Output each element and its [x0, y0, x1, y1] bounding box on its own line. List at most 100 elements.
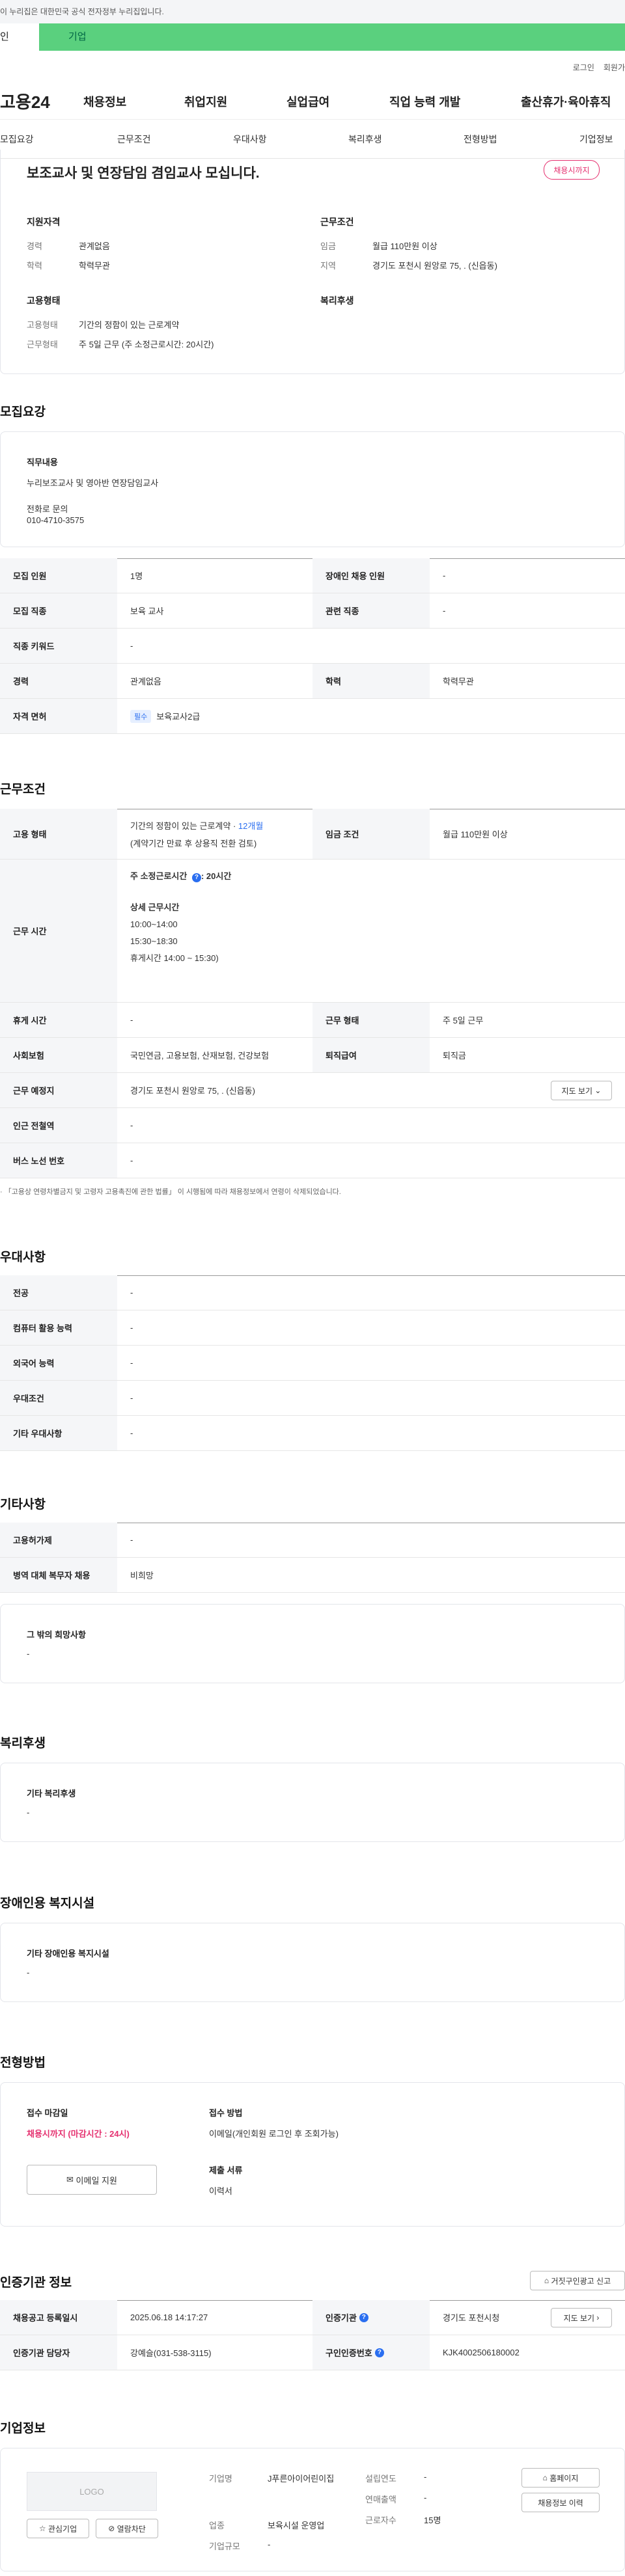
favorite-company-button[interactable]: ☆ 관심기업 — [27, 2519, 89, 2538]
employees-value: 15명 — [424, 2515, 441, 2525]
site-logo[interactable]: 고용24 — [0, 89, 72, 113]
report-button[interactable]: ⌂ 거짓구인광고 신고 — [530, 2271, 625, 2290]
job-history-button[interactable]: 채용정보 이력 — [521, 2493, 600, 2512]
sales-label: 연매출액 — [365, 2495, 396, 2504]
row-value: 주 5일 근무 — [443, 1016, 484, 1025]
gnb-jobs[interactable]: 채용정보 — [83, 93, 126, 110]
row-label: 인근 전철역 — [0, 1108, 117, 1143]
gnb-employment-support[interactable]: 취업지원 — [184, 93, 227, 110]
info-icon[interactable]: ? — [374, 2348, 384, 2357]
row-value: - — [130, 1156, 133, 1165]
founded-value: - — [424, 2472, 427, 2482]
row-label: 버스 노선 번호 — [0, 1143, 117, 1178]
row-value: 국민연금, 고용보험, 산재보험, 건강보험 — [130, 1051, 270, 1061]
tab-person[interactable]: 인 — [0, 23, 39, 51]
other-wishes-card: 그 밖의 희망사항 - — [0, 1604, 625, 1683]
subnav-recruit[interactable]: 모집요강 — [0, 133, 34, 146]
other-heading: 기타사항 — [0, 1498, 46, 1512]
job-history-label: 채용정보 이력 — [538, 2498, 583, 2508]
row-label: 외국어 능력 — [0, 1346, 117, 1380]
founded-label: 설립연도 — [365, 2474, 396, 2484]
row-label: 장애인 채용 인원 — [312, 558, 430, 593]
required-tag: 필수 — [130, 709, 152, 723]
cert-no-label: 구인인증번호 — [326, 2348, 372, 2358]
homepage-button[interactable]: ⌂ 홈페이지 — [521, 2468, 600, 2488]
sales-value: - — [424, 2493, 427, 2502]
login-link[interactable]: 로그인 — [573, 62, 594, 73]
worktype-label: 근무형태 — [27, 340, 58, 349]
home-icon: ⌂ — [544, 2276, 549, 2285]
row-label: 고용허가제 — [0, 1523, 117, 1557]
favorite-label: 관심기업 — [48, 2524, 77, 2534]
row-value: - — [130, 1428, 133, 1438]
row-label: 인증기관? — [312, 2300, 430, 2335]
row-value: 퇴직금 — [443, 1051, 466, 1061]
welfare-heading: 복리후생 — [320, 295, 354, 306]
emp-type-note: (계약기간 만료 후 상용직 전환 검토) — [130, 838, 257, 848]
emptype-value: 기간의 정함이 있는 근로계약 — [79, 320, 180, 330]
deadline-heading: 접수 마감일 — [27, 2108, 68, 2118]
block-view-button[interactable]: ⊘ 열람차단 — [96, 2519, 158, 2538]
gov-notice: 이 누리집은 대한민국 공식 전자정부 누리집입니다. — [0, 0, 625, 23]
mail-icon: ✉ — [66, 2175, 74, 2184]
loc-label: 지역 — [320, 261, 336, 271]
gnb-unemployment[interactable]: 실업급여 — [286, 93, 329, 110]
table-row: 근무 예정지 경기도 포천시 원앙로 75, . (신읍동) 지도 보기 ⌄ — [0, 1073, 625, 1108]
gnb-training[interactable]: 직업 능력 개발 — [389, 93, 460, 110]
other-wishes-value: - — [27, 1649, 30, 1659]
edu-label: 학력 — [27, 261, 42, 271]
row-value: 2025.06.18 14:17:27 — [130, 2312, 208, 2322]
welfare-card: 기타 복리후생 - — [0, 1763, 625, 1842]
method-heading: 접수 방법 — [209, 2108, 243, 2118]
disabled-box-heading: 기타 장애인용 복지시설 — [27, 1949, 109, 1959]
row-label: 인증기관 담당자 — [0, 2335, 117, 2370]
row-value: - — [130, 1120, 133, 1130]
row-label: 모집 직종 — [0, 593, 117, 628]
weekly-hours-value: : 20시간 — [201, 871, 232, 881]
block-label: 열람차단 — [117, 2524, 146, 2534]
row-label: 채용공고 등록일시 — [0, 2300, 117, 2335]
email-apply-button[interactable]: ✉ 이메일 지원 — [27, 2165, 157, 2195]
cond-heading: 근무조건 — [320, 217, 354, 227]
company-heading: 기업정보 — [0, 2422, 46, 2435]
agency-heading: 인증기관 정보 — [0, 2276, 72, 2290]
industry-value: 보육시설 운영업 — [268, 2521, 325, 2530]
row-value: 강예슬(031-538-3115) — [130, 2348, 212, 2358]
notice-text: 이 누리집은 대한민국 공식 전자정부 누리집입니다. — [0, 7, 164, 16]
row-value: 관계없음 — [130, 677, 161, 686]
process-card: 접수 마감일 채용시까지 (마감시간 : 24시) ✉ 이메일 지원 접수 방법… — [0, 2082, 625, 2227]
chevron-down-icon: ⌄ — [594, 1086, 602, 1095]
info-icon[interactable]: ? — [191, 873, 201, 882]
report-label: 거짓구인광고 신고 — [551, 2276, 611, 2286]
row-label: 컴퓨터 활용 능력 — [0, 1310, 117, 1345]
info-icon[interactable]: ? — [359, 2312, 368, 2322]
welfare-box-value: - — [27, 1808, 30, 1817]
gnb-leave[interactable]: 출산휴가·육아휴직 — [521, 93, 611, 110]
subnav-preference[interactable]: 우대사항 — [233, 133, 267, 146]
subnav-conditions[interactable]: 근무조건 — [117, 133, 151, 146]
age-footnote: · 「고용상 연령차별금지 및 고령자 고용촉진에 관한 법률」 이 시행됨에 … — [0, 1188, 341, 1196]
docs-heading: 제출 서류 — [209, 2165, 243, 2175]
table-row: 외국어 능력 - — [0, 1346, 625, 1381]
table-row: 인근 전철역 - — [0, 1108, 625, 1143]
map-view-button[interactable]: 지도 보기 ⌄ — [551, 1081, 612, 1100]
join-link[interactable]: 회원가 — [604, 62, 625, 73]
job-title: 보조교사 및 연장담임 겸임교사 모십니다. — [27, 166, 260, 181]
row-value: KJK4002506180002 — [443, 2348, 520, 2357]
other-wishes-heading: 그 밖의 희망사항 — [27, 1630, 86, 1640]
subnav-welfare[interactable]: 복리후생 — [348, 133, 382, 146]
company-card: LOGO ☆ 관심기업 ⊘ 열람차단 기업명 J푸른아이어린이집 업종 보육시설… — [0, 2448, 625, 2571]
row-label: 구인인증번호? — [312, 2335, 430, 2370]
tab-biz[interactable]: 기업 — [39, 23, 625, 51]
subnav-company[interactable]: 기업정보 — [579, 133, 613, 146]
disabled-box-value: - — [27, 1968, 30, 1977]
subnav-process[interactable]: 전형방법 — [464, 133, 497, 146]
row-label: 직종 키워드 — [0, 629, 117, 663]
row-label: 임금 조건 — [312, 809, 430, 859]
row-value: - — [443, 606, 446, 616]
qual-heading: 지원자격 — [27, 217, 61, 227]
table-row: 모집 인원 1명 장애인 채용 인원 - — [0, 558, 625, 593]
agency-map-button[interactable]: 지도 보기 › — [551, 2308, 612, 2327]
row-label: 휴게 시간 — [0, 1003, 117, 1037]
deadline-value: 채용시까지 (마감시간 : 24시) — [27, 2129, 130, 2139]
